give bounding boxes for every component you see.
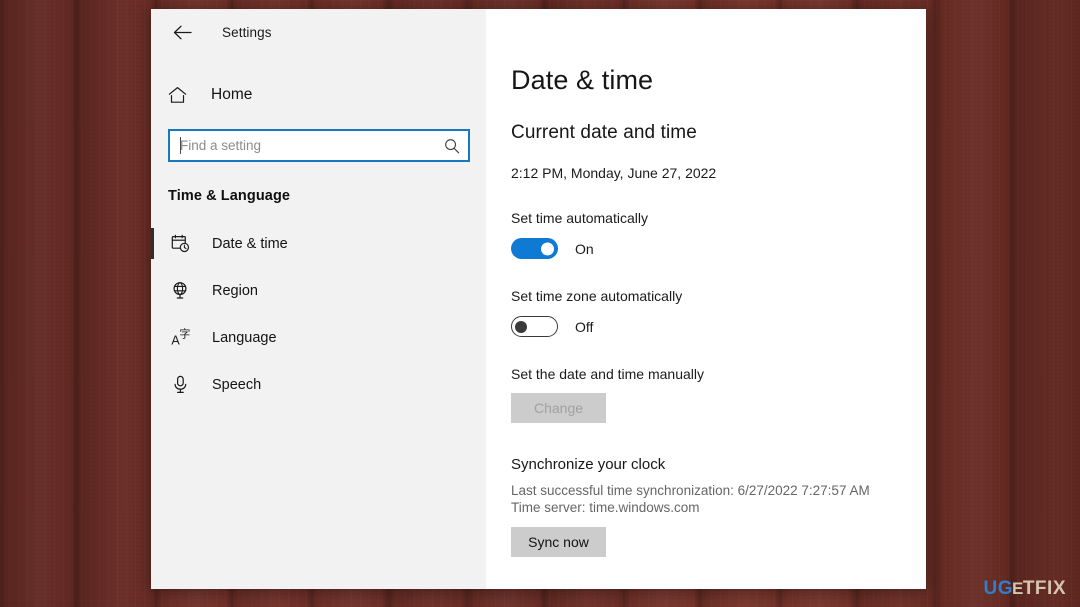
microphone-icon [168,375,192,394]
toggle-knob [515,320,527,333]
sync-now-button[interactable]: Sync now [511,527,606,557]
current-date-time-heading: Current date and time [511,122,697,143]
sidebar-item-date-time[interactable]: Date & time [151,220,486,267]
sidebar-section-title: Time & Language [168,188,291,204]
watermark-part3: TFIX [1022,578,1066,599]
change-button[interactable]: Change [511,393,606,423]
sidebar-item-region-label: Region [212,282,258,299]
sidebar-item-speech[interactable]: Speech [151,361,486,408]
calendar-clock-icon [168,234,192,253]
set-date-time-manually-label: Set the date and time manually [511,366,705,382]
time-server-text: Time server: time.windows.com [511,500,700,515]
settings-main-panel: Date & time Current date and time 2:12 P… [486,9,926,589]
sidebar-item-language-label: Language [212,329,277,346]
sidebar-item-date-time-label: Date & time [212,235,288,252]
settings-window: Settings Home Time & Language [151,9,926,589]
set-time-automatically-row: On [511,238,926,259]
window-titlebar: Settings [151,9,486,55]
set-timezone-automatically-toggle[interactable] [511,316,558,337]
synchronize-clock-heading: Synchronize your clock [511,456,666,473]
sidebar-nav-list: Date & time Region A 字 Language Speech [151,220,486,408]
sidebar-item-language[interactable]: A 字 Language [151,314,486,361]
current-date-time-value: 2:12 PM, Monday, June 27, 2022 [511,165,717,181]
language-icon: A 字 [168,328,192,347]
search-box[interactable] [168,129,470,162]
set-timezone-automatically-row: Off [511,316,926,337]
set-timezone-automatically-state: Off [575,318,594,335]
settings-sidebar: Settings Home Time & Language [151,9,486,589]
search-icon[interactable] [444,138,460,154]
watermark-part1: UG [983,578,1013,599]
sidebar-item-speech-label: Speech [212,376,262,393]
last-sync-text: Last successful time synchronization: 6/… [511,483,870,498]
search-input[interactable] [180,138,444,153]
set-time-automatically-label: Set time automatically [511,210,648,226]
sidebar-item-home-label: Home [211,86,253,103]
svg-text:字: 字 [179,328,190,340]
ugetfix-watermark: UG E TFIX [983,579,1066,598]
sidebar-item-region[interactable]: Region [151,267,486,314]
back-arrow-icon[interactable] [164,17,200,47]
sidebar-item-home[interactable]: Home [151,74,486,116]
toggle-knob [541,242,554,255]
set-time-automatically-state: On [575,240,594,257]
globe-icon [168,281,192,300]
set-timezone-automatically-label: Set time zone automatically [511,288,683,304]
home-icon [168,86,194,104]
text-cursor [180,137,181,154]
set-time-automatically-toggle[interactable] [511,238,558,259]
window-title: Settings [222,24,272,40]
page-title: Date & time [511,65,654,95]
